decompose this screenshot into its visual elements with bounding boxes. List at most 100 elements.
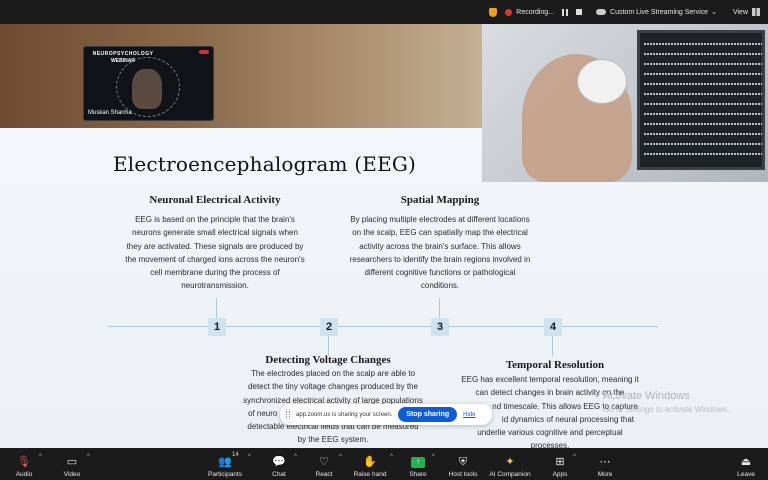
chevron-down-icon: ⌄ (711, 9, 717, 16)
more-label: More (597, 471, 613, 478)
timeline-step-4: 4 (544, 318, 562, 336)
ai-companion-label: AI Companion (489, 471, 531, 478)
apps-grid-icon: ⊞ (555, 456, 565, 468)
screen-sharing-bar[interactable]: app.zoom.us is sharing your screen. Stop… (280, 404, 492, 425)
heart-react-icon: ♡ (319, 456, 329, 468)
text-line: EEG has excellent temporal resolution, m… (461, 375, 639, 384)
section-heading-spatial: Spatial Mapping (400, 194, 480, 206)
pause-recording-button[interactable] (562, 8, 569, 16)
chat-label: Chat (272, 471, 286, 478)
security-shield-icon[interactable] (489, 7, 498, 17)
timeline-tick (328, 336, 329, 356)
zoom-window: Recording... Custom Live Streaming Servi… (0, 0, 768, 480)
timeline-step-3: 3 (431, 318, 449, 336)
text-line: underlie various cognitive and perceptua… (477, 428, 623, 438)
eeg-cap-icon (577, 59, 627, 104)
hide-sharing-bar-link[interactable]: Hide (463, 412, 475, 418)
sharing-message: app.zoom.us is sharing your screen. (296, 411, 393, 418)
text-line: neurotransmission. (181, 281, 249, 291)
share-label: Share (409, 471, 427, 478)
text-line: they are activated. These signals are pr… (126, 241, 304, 251)
text-line: conditions. (420, 281, 460, 291)
audio-options-chevron-icon[interactable]: ^ (39, 454, 42, 460)
ai-companion-button[interactable]: ✦ AI Companion (487, 450, 533, 478)
timeline-tick (552, 336, 553, 356)
section-body-spatial: By placing multiple electrodes at differ… (340, 213, 540, 293)
host-tools-label: Host tools (448, 471, 478, 478)
text-line: The electrodes placed on the scalp are a… (250, 369, 416, 378)
audio-label: Audio (15, 471, 33, 478)
cloud-icon (596, 9, 607, 15)
timeline-step-2: 2 (320, 318, 338, 336)
section-heading-voltage: Detecting Voltage Changes (265, 354, 391, 366)
leave-meeting-button[interactable]: ⏏ Leave (734, 450, 758, 478)
webinar-subtitle: WEBINAR (111, 58, 135, 64)
text-line: cell membrane during the process of (150, 268, 280, 278)
section-body-neuronal: EEG is based on the principle that the b… (115, 213, 315, 293)
apps-button[interactable]: ⊞ Apps (550, 450, 570, 478)
timeline-step-1: 1 (208, 318, 226, 336)
video-label: Video (63, 471, 81, 478)
microphone-muted-icon: 🎙 (17, 456, 31, 468)
raise-hand-options-chevron-icon[interactable]: ^ (390, 454, 393, 460)
stop-icon (576, 9, 583, 15)
view-label: View (732, 8, 748, 16)
host-tools-button[interactable]: ⛨ Host tools (446, 450, 480, 478)
more-dots-icon: ⋯ (599, 456, 611, 468)
eeg-monitor (637, 30, 765, 170)
raise-hand-icon: ✋ (363, 456, 377, 468)
meeting-toolbar: 🎙 Audio ^ ▭ Video ^ 👥 Participants 14 ^ … (0, 448, 768, 480)
share-options-chevron-icon[interactable]: ^ (432, 454, 435, 460)
section-heading-temporal: Temporal Resolution (505, 359, 605, 371)
timeline-tick (439, 298, 440, 318)
share-screen-button[interactable]: ↑ Share (405, 450, 431, 478)
streaming-label: Custom Live Streaming Service (610, 8, 709, 16)
drag-handle-icon[interactable] (286, 410, 290, 419)
speaker-name: Muskan Sharma (88, 110, 132, 116)
share-arrow-icon: ↑ (411, 456, 425, 468)
participants-icon: 👥 (218, 456, 232, 468)
react-button[interactable]: ♡ React (311, 450, 337, 478)
grid-view-icon (752, 8, 760, 16)
eeg-photo (482, 24, 768, 182)
participants-options-chevron-icon[interactable]: ^ (248, 454, 251, 460)
text-line: researchers to identify the brain region… (349, 254, 531, 264)
timeline-tick (216, 298, 217, 318)
speaker-video-tile[interactable]: NEUROPSYCHOLOGY WEBINAR Muskan Sharma (83, 46, 214, 121)
text-line: activity across the brain's surface. Thi… (359, 241, 521, 251)
react-label: React (315, 471, 333, 478)
shared-screen: NEUROPSYCHOLOGY WEBINAR Muskan Sharma El… (0, 24, 768, 448)
apps-label: Apps (552, 471, 568, 478)
pause-icon (562, 8, 569, 16)
video-camera-icon: ▭ (66, 456, 78, 468)
leave-door-icon: ⏏ (740, 456, 752, 468)
apps-options-chevron-icon[interactable]: ^ (573, 454, 576, 460)
shield-icon: ⛨ (458, 456, 468, 468)
view-button[interactable]: View (733, 8, 760, 16)
chat-bubble-icon: 💬 (272, 456, 286, 468)
recording-label: Recording... (516, 8, 555, 16)
chat-options-chevron-icon[interactable]: ^ (294, 454, 297, 460)
recording-indicator[interactable]: Recording... (505, 8, 555, 16)
video-button[interactable]: ▭ Video (58, 450, 86, 478)
raise-hand-label: Raise hand (353, 471, 387, 478)
raise-hand-button[interactable]: ✋ Raise hand (351, 450, 389, 478)
stop-recording-button[interactable] (576, 9, 583, 15)
share-screen-icon-wrap: ↑ (411, 456, 425, 468)
slide-header-banner (0, 24, 482, 128)
record-dot-icon (505, 8, 513, 16)
live-streaming-menu[interactable]: Custom Live Streaming Service ⌄ (596, 8, 717, 16)
text-line: the movement of charged ions across the … (125, 254, 305, 264)
section-heading-neuronal: Neuronal Electrical Activity (149, 194, 281, 206)
text-line: EEG is based on the principle that the b… (135, 215, 295, 224)
audio-button[interactable]: 🎙 Audio (12, 450, 36, 478)
activate-windows-watermark: Activate Windows (603, 390, 690, 402)
chat-button[interactable]: 💬 Chat (266, 450, 292, 478)
react-options-chevron-icon[interactable]: ^ (339, 454, 342, 460)
more-button[interactable]: ⋯ More (594, 450, 616, 478)
speaker-avatar (132, 69, 162, 109)
video-options-chevron-icon[interactable]: ^ (87, 454, 90, 460)
text-line: different cognitive functions or patholo… (364, 268, 516, 278)
participants-button[interactable]: 👥 Participants (203, 450, 247, 478)
stop-sharing-button[interactable]: Stop sharing (398, 407, 458, 422)
